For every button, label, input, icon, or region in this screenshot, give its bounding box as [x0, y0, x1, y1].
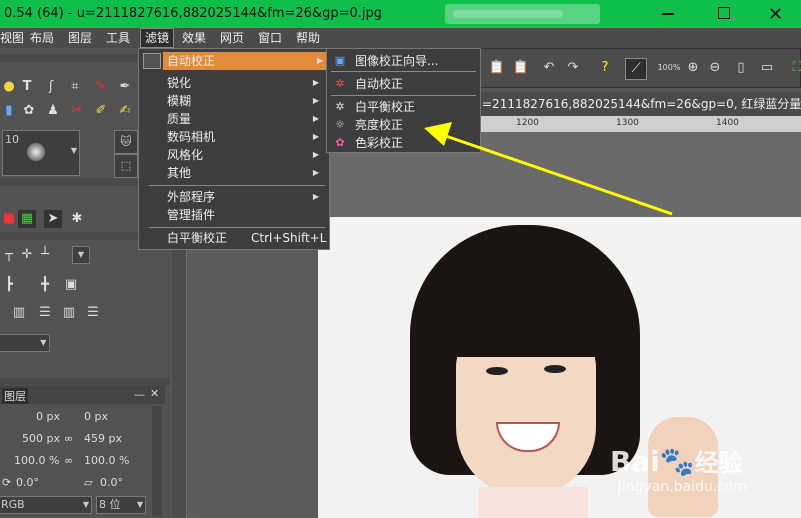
arrow-shaft — [439, 132, 673, 216]
annotation-arrow — [424, 122, 673, 216]
arrow-head — [424, 122, 452, 146]
